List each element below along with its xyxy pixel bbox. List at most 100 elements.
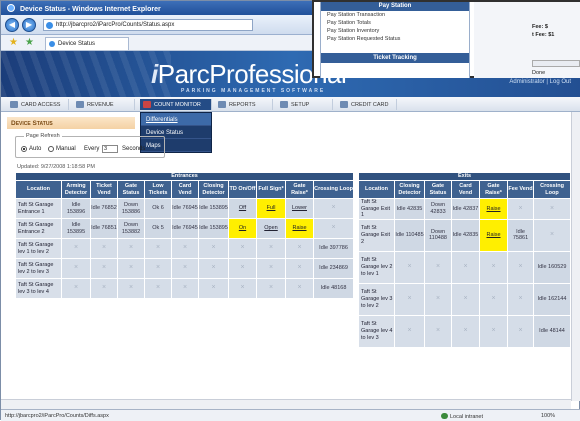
command-link-cell[interactable]: Open: [256, 218, 286, 239]
empty-cell: ×: [228, 258, 257, 279]
empty-cell: ×: [228, 278, 257, 299]
status-cell: Idle 42837: [451, 198, 480, 220]
add-favorites-icon[interactable]: ★: [25, 37, 34, 48]
horizontal-scrollbar[interactable]: [1, 399, 571, 409]
empty-cell: ×: [394, 314, 425, 348]
empty-cell: ×: [479, 314, 508, 348]
empty-cell: ×: [285, 238, 314, 259]
empty-cell: ×: [394, 282, 425, 316]
status-cell: Idle 153895: [198, 218, 229, 239]
status-cell: Down 110488: [424, 218, 452, 252]
refresh-seconds-input[interactable]: 3: [102, 145, 118, 153]
overlay-scrollbar[interactable]: [532, 60, 580, 67]
entrances-col-location: Location: [15, 180, 62, 199]
table-row: Taft St Garage Entrance 1 Idle 153896 Idle…: [15, 198, 355, 219]
table-row: Taft St Garage Exit 2 Idle 110485 Down 110…: [358, 218, 572, 252]
location-cell: Taft St Garage lev 2 to lev 1: [358, 250, 395, 284]
count-monitor-icon: [143, 101, 151, 108]
pay-station-transaction-link[interactable]: Pay Station Transaction: [321, 11, 469, 19]
empty-cell: ×: [144, 258, 172, 279]
menu-count-monitor[interactable]: COUNT MONITOR: [140, 99, 212, 110]
empty-cell: ×: [228, 238, 257, 259]
manual-radio[interactable]: [48, 146, 54, 152]
status-cell: Down 153882: [117, 218, 145, 239]
exits-col-crossing-loop: Crossing Loop: [532, 180, 572, 199]
table-row: Taft St Garage lev 3 to lev 4 × × × × × × × × × Id…: [15, 278, 355, 299]
empty-cell: ×: [285, 278, 314, 299]
url-field[interactable]: http://jbarcpro2/iParcPro/Counts/Status.…: [43, 19, 253, 31]
command-link-cell[interactable]: Full: [256, 198, 286, 219]
command-link-cell[interactable]: Off: [228, 198, 257, 219]
reports-icon: [218, 101, 226, 108]
location-cell: Taft St Garage Exit 2: [358, 218, 395, 252]
table-row: Taft St Garage Entrance 2 Idle 153895 Idle…: [15, 218, 355, 239]
table-row: Taft St Garage Exit 1 Idle 42835 Down 4283…: [358, 198, 572, 220]
command-link-cell[interactable]: Raise: [479, 198, 508, 220]
table-row: Taft St Garage lev 2 to lev 3 × × × × × × × × × Id…: [15, 258, 355, 279]
status-cell: Down 42833: [424, 198, 452, 220]
tab-page-icon: [49, 41, 55, 47]
manual-label: Manual: [56, 146, 76, 152]
empty-cell: ×: [117, 278, 145, 299]
menu-setup[interactable]: SETUP: [277, 99, 333, 110]
status-url: http://jbarcpro2/iParcPro/Counts/Diffs.a…: [5, 413, 109, 419]
auto-label: Auto: [29, 146, 42, 152]
empty-cell: ×: [532, 198, 572, 220]
location-cell: Taft St Garage lev 3 to lev 4: [15, 278, 62, 299]
menu-card-access[interactable]: CARD ACCESS: [7, 99, 69, 110]
empty-cell: ×: [507, 314, 534, 348]
empty-cell: ×: [61, 278, 91, 299]
entrances-col-td-on-off: TD On/Off: [228, 180, 257, 199]
empty-cell: ×: [171, 278, 199, 299]
location-cell: Taft St Garage lev 3 to lev 2: [358, 282, 395, 316]
exits-col-location: Location: [358, 180, 395, 199]
card-access-icon: [10, 101, 18, 108]
command-link-cell[interactable]: On: [228, 218, 257, 239]
empty-cell: ×: [198, 258, 229, 279]
pay-station-totals-link[interactable]: Pay Station Totals: [321, 19, 469, 27]
tab-device-status[interactable]: Device Status: [45, 37, 129, 50]
pay-station-status-link[interactable]: Pay Station Requested Status: [321, 35, 469, 43]
forward-button[interactable]: ▶: [22, 18, 36, 32]
command-link-cell[interactable]: Raise: [479, 218, 508, 252]
vertical-scrollbar[interactable]: [571, 112, 580, 401]
empty-cell: ×: [451, 282, 480, 316]
empty-cell: ×: [90, 278, 118, 299]
status-cell: Idle 76945: [171, 218, 199, 239]
empty-cell: ×: [479, 250, 508, 284]
status-cell: Idle 397786: [312, 238, 355, 259]
window-title: Device Status - Windows Internet Explore…: [19, 6, 161, 13]
status-cell: Idle 76945: [171, 198, 199, 219]
empty-cell: ×: [198, 238, 229, 259]
pay-station-inventory-link[interactable]: Pay Station Inventory: [321, 27, 469, 35]
page-refresh-legend: Page Refresh: [24, 133, 62, 139]
dropdown-differentials[interactable]: Differentials: [141, 113, 211, 126]
command-link-cell[interactable]: Lower: [285, 198, 314, 219]
empty-cell: ×: [256, 238, 286, 259]
empty-cell: ×: [144, 278, 172, 299]
empty-cell: ×: [256, 278, 286, 299]
empty-cell: ×: [507, 250, 534, 284]
status-cell: Idle 48144: [532, 314, 572, 348]
overlay-status-done: Done: [532, 70, 546, 76]
menu-revenue[interactable]: REVENUE: [73, 99, 135, 110]
exits-col-gate-raise: Gate Raise*: [479, 180, 508, 199]
back-button[interactable]: ◀: [5, 18, 19, 32]
status-cell: Idle 48168: [312, 278, 355, 299]
entrances-col-low-tickets: Low Tickets: [144, 180, 172, 199]
updated-timestamp: Updated: 9/27/2008 1:18:58 PM: [17, 164, 95, 170]
location-cell: Taft St Garage lev 4 to lev 3: [358, 314, 395, 348]
menu-credit-card[interactable]: CREDIT CARD: [337, 99, 397, 110]
zoom-level[interactable]: 100%: [541, 413, 555, 419]
empty-cell: ×: [451, 314, 480, 348]
menu-reports[interactable]: REPORTS: [215, 99, 273, 110]
auto-radio[interactable]: [21, 146, 27, 152]
location-cell: Taft St Garage Entrance 2: [15, 218, 62, 239]
overlay-window: Pay Station Pay Station Transaction Pay …: [312, 0, 580, 78]
ticket-tracking-header[interactable]: Ticket Tracking: [321, 53, 469, 63]
command-link-cell[interactable]: Raise: [285, 218, 314, 239]
favorites-star-icon[interactable]: ★: [9, 37, 18, 48]
entrances-group-header: Entrances: [14, 172, 355, 181]
entrances-col-arming-detector: Arming Detector: [61, 180, 91, 199]
admin-logout-link[interactable]: Administrator | Log Out: [509, 79, 571, 85]
